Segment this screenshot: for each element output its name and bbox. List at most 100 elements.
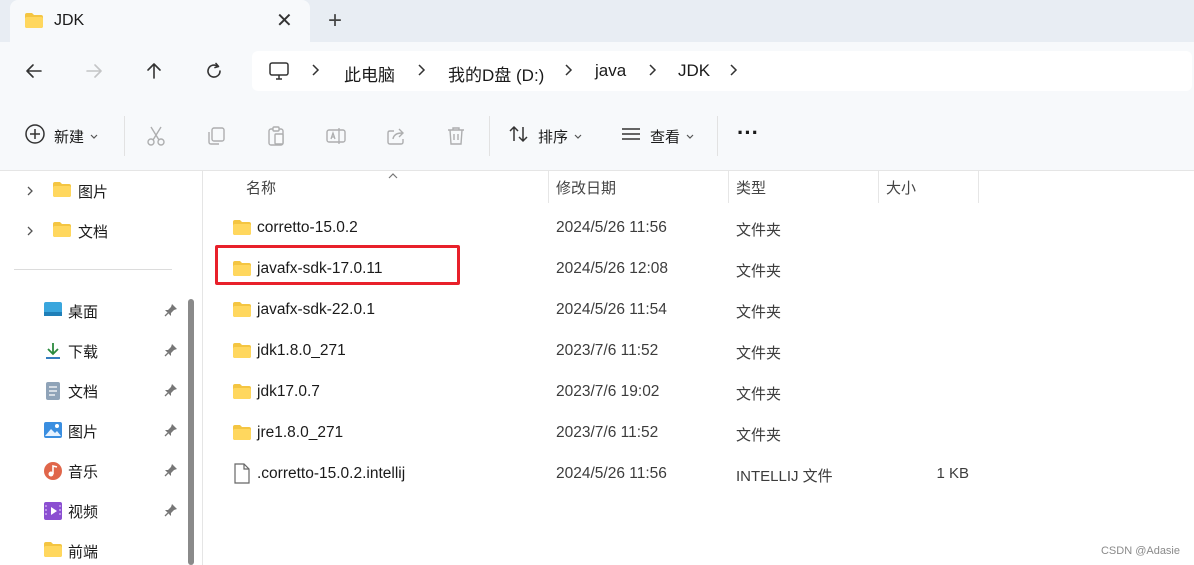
column-header-size[interactable]: 大小	[886, 177, 916, 198]
folder-icon	[52, 181, 72, 203]
sidebar-item-label: 桌面	[68, 304, 99, 321]
sort-button[interactable]: 排序	[508, 123, 582, 149]
address-bar[interactable]: 此电脑 我的D盘 (D:) java JDK	[252, 51, 1192, 91]
pin-icon	[164, 303, 178, 322]
sidebar-item-documents[interactable]: 文档	[0, 215, 190, 245]
sidebar-scrollbar[interactable]	[188, 299, 194, 565]
separator	[717, 116, 718, 156]
sidebar-item-videos[interactable]: 视频	[0, 495, 190, 525]
sidebar-item-music[interactable]: 音乐	[0, 455, 190, 485]
sidebar-item-pictures-pinned[interactable]: 图片	[0, 415, 190, 445]
file-type: INTELLIJ 文件	[736, 468, 833, 485]
command-bar: 新建 排序 查看 ···	[0, 100, 1194, 171]
tab-title: JDK	[54, 12, 85, 29]
paste-icon[interactable]	[265, 123, 287, 149]
chevron-right-icon[interactable]	[563, 62, 573, 83]
navigation-pane: 图片 文档 桌面 下载 文档 图片 音乐 视频 前端	[0, 171, 200, 565]
sidebar-item-label: 图片	[78, 184, 109, 201]
file-name: corretto-15.0.2	[257, 219, 358, 236]
chevron-down-icon	[686, 127, 694, 145]
file-name: jdk1.8.0_271	[257, 342, 346, 359]
sidebar-item-label: 文档	[68, 384, 99, 401]
cut-icon[interactable]	[145, 123, 167, 149]
breadcrumb-java[interactable]: java	[595, 61, 626, 81]
file-date: 2024/5/26 12:08	[556, 260, 669, 277]
new-button[interactable]: 新建	[24, 123, 98, 149]
chevron-right-icon[interactable]	[647, 62, 657, 83]
folder-icon	[232, 424, 252, 446]
breadcrumb-jdk[interactable]: JDK	[678, 61, 710, 81]
pin-icon	[164, 383, 178, 402]
sidebar-item-pictures[interactable]: 图片	[0, 175, 190, 205]
picture-icon	[43, 421, 63, 444]
copy-icon[interactable]	[205, 123, 227, 149]
sidebar-item-frontend[interactable]: 前端	[0, 535, 190, 565]
folder-icon	[43, 541, 63, 563]
file-row[interactable]: .corretto-15.0.2.intellij 2024/5/26 11:5…	[204, 455, 984, 493]
tab-jdk[interactable]: JDK ✕	[10, 0, 310, 42]
sort-icon	[508, 124, 530, 149]
column-separator[interactable]	[548, 171, 549, 203]
chevron-right-icon[interactable]	[310, 62, 320, 83]
file-type: 文件夹	[736, 304, 782, 321]
file-date: 2023/7/6 19:02	[556, 383, 660, 400]
column-header-type[interactable]: 类型	[736, 177, 766, 198]
share-icon[interactable]	[385, 123, 407, 149]
file-name: .corretto-15.0.2.intellij	[257, 465, 406, 482]
column-separator[interactable]	[878, 171, 879, 203]
file-date: 2024/5/26 11:54	[556, 301, 667, 318]
sidebar-item-label: 下载	[68, 344, 99, 361]
sidebar-item-label: 视频	[68, 504, 99, 521]
view-list-icon	[620, 124, 642, 149]
file-type: 文件夹	[736, 345, 782, 362]
breadcrumb-this-pc[interactable]: 此电脑	[344, 61, 395, 86]
column-header-name[interactable]: 名称	[246, 177, 276, 198]
sidebar-item-documents-pinned[interactable]: 文档	[0, 375, 190, 405]
file-row[interactable]: jre1.8.0_271 2023/7/6 11:52 文件夹	[204, 414, 984, 452]
file-date: 2024/5/26 11:56	[556, 465, 667, 482]
refresh-icon[interactable]	[200, 57, 228, 85]
file-icon	[234, 463, 250, 489]
video-icon	[43, 501, 63, 526]
file-type: 文件夹	[736, 386, 782, 403]
sidebar-item-downloads[interactable]: 下载	[0, 335, 190, 365]
tab-strip: JDK ✕ +	[0, 0, 1194, 42]
chevron-right-icon[interactable]	[728, 62, 738, 83]
column-separator[interactable]	[728, 171, 729, 203]
chevron-right-icon[interactable]	[26, 224, 34, 242]
column-header-date[interactable]: 修改日期	[556, 177, 616, 198]
file-type: 文件夹	[736, 222, 782, 239]
up-icon[interactable]	[140, 57, 168, 85]
sort-label: 排序	[538, 128, 569, 146]
forward-icon[interactable]	[80, 57, 108, 85]
folder-icon	[232, 301, 252, 323]
plus-circle-icon	[24, 123, 46, 150]
delete-icon[interactable]	[445, 123, 467, 149]
chevron-right-icon[interactable]	[416, 62, 426, 83]
folder-icon	[24, 12, 44, 34]
chevron-right-icon[interactable]	[26, 184, 34, 202]
file-date: 2023/7/6 11:52	[556, 424, 659, 441]
file-row[interactable]: jdk1.8.0_271 2023/7/6 11:52 文件夹	[204, 332, 984, 370]
more-options-button[interactable]: ···	[737, 120, 759, 146]
sidebar-item-label: 音乐	[68, 464, 99, 481]
separator	[489, 116, 490, 156]
view-label: 查看	[650, 128, 681, 146]
close-tab-icon[interactable]: ✕	[276, 9, 293, 33]
file-row[interactable]: jdk17.0.7 2023/7/6 19:02 文件夹	[204, 373, 984, 411]
sidebar-item-desktop[interactable]: 桌面	[0, 295, 190, 325]
file-date: 2023/7/6 11:52	[556, 342, 659, 359]
file-row[interactable]: javafx-sdk-22.0.1 2024/5/26 11:54 文件夹	[204, 291, 984, 329]
breadcrumb-d-drive[interactable]: 我的D盘 (D:)	[448, 61, 544, 86]
pane-divider[interactable]	[202, 171, 203, 565]
column-separator[interactable]	[978, 171, 979, 203]
chevron-down-icon	[90, 127, 98, 145]
rename-icon[interactable]	[325, 123, 347, 149]
back-icon[interactable]	[20, 57, 48, 85]
download-icon	[43, 341, 63, 366]
folder-icon	[232, 219, 252, 241]
file-row[interactable]: corretto-15.0.2 2024/5/26 11:56 文件夹	[204, 209, 984, 247]
view-button[interactable]: 查看	[620, 123, 694, 149]
document-icon	[45, 381, 61, 406]
new-tab-button[interactable]: +	[328, 7, 342, 35]
